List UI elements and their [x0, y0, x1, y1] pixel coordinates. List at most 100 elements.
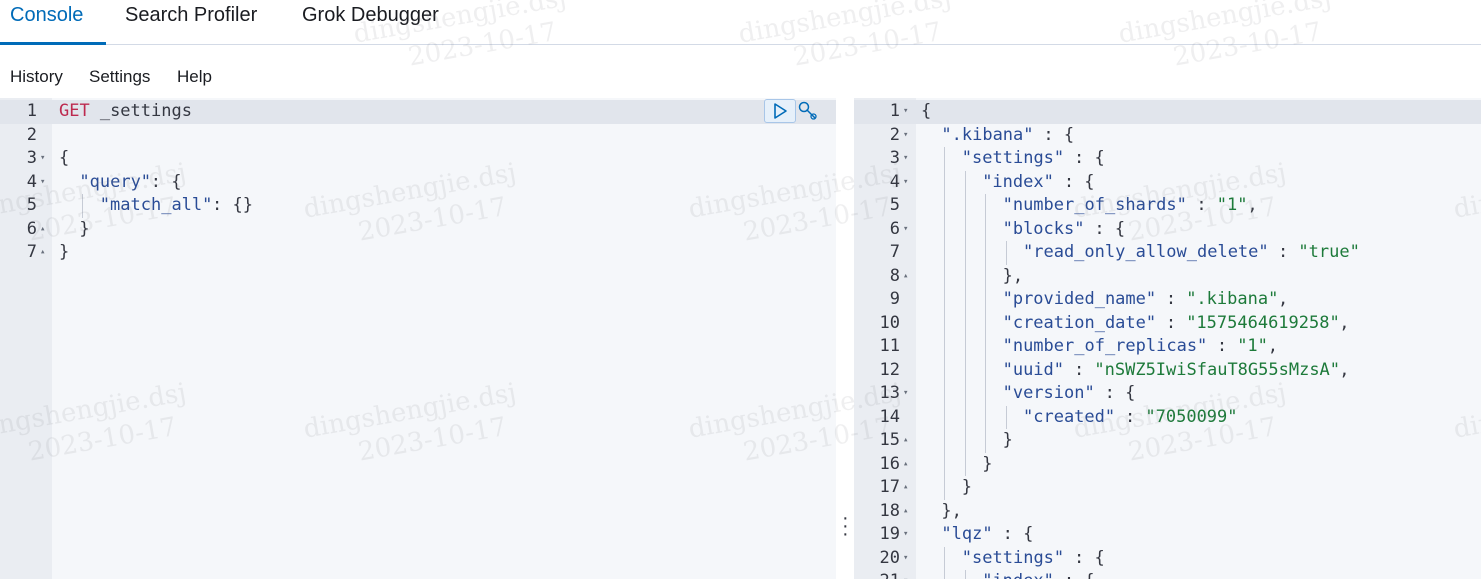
fold-down-icon[interactable]: ▾ — [40, 171, 45, 195]
line-number: 3 — [26, 148, 37, 168]
code-token: : { — [1054, 570, 1095, 579]
code-line: 15 ▴} — [854, 429, 1481, 453]
pane-resizer[interactable]: · · · — [836, 98, 854, 579]
indent-guide — [964, 382, 966, 406]
line-number: 6 — [26, 218, 37, 239]
indent-guide — [964, 241, 966, 265]
indent-guide — [964, 170, 966, 194]
tab-grok-debugger[interactable]: Grok Debugger — [302, 3, 439, 44]
line-number: 14 — [879, 406, 900, 427]
code-token: : { — [1053, 171, 1095, 192]
code-token: GET — [59, 101, 90, 121]
code-token: "match_all" — [99, 195, 213, 215]
code-token: ".kibana" — [941, 124, 1034, 145]
indent-guide — [944, 358, 946, 382]
code-line: 13 ▾ "version" : { — [854, 382, 1481, 406]
indent-guide — [964, 358, 966, 382]
line-number: 1 — [889, 101, 900, 121]
fold-up-icon[interactable]: ▴ — [40, 241, 45, 265]
indent-guide — [82, 194, 84, 218]
code-token: : — [1267, 242, 1299, 262]
indent-guide — [944, 429, 946, 453]
code-token: "settings" — [961, 148, 1065, 168]
code-line: 7 "read_only_allow_delete" : "true" — [854, 241, 1481, 265]
response-viewer[interactable]: 1 ▾{2 ▾ ".kibana" : {3 ▾ "settings" : {4 ▾ "ind… — [854, 98, 1481, 579]
indent-guide — [944, 546, 946, 570]
line-number: 16 — [879, 453, 900, 474]
indent-guide — [1005, 405, 1007, 429]
indent-guide — [1005, 241, 1007, 265]
request-editor[interactable]: 1 GET _settings 2 3 ▾ {4 ▾ "query": {5 "match_al… — [0, 98, 836, 579]
fold-down-icon[interactable]: ▾ — [903, 124, 908, 148]
code-line: 2 — [0, 124, 836, 148]
code-line: 16 ▴} — [854, 452, 1481, 477]
fold-down-icon[interactable]: ▾ — [903, 218, 908, 242]
indent-guide — [964, 429, 966, 453]
indent-guide — [944, 311, 946, 335]
code-token: : — [1114, 406, 1146, 427]
code-line: 14 "created" : "7050099" — [854, 405, 1481, 429]
app-tabs: Console Search Profiler Grok Debugger — [0, 0, 1481, 45]
request-options-button[interactable] — [796, 99, 820, 123]
fold-down-icon[interactable]: ▾ — [903, 547, 908, 571]
menu-help[interactable]: Help — [177, 67, 212, 87]
code-token: "creation_date" — [1002, 312, 1157, 333]
tab-console[interactable]: Console — [10, 3, 83, 44]
code-line: 7 ▴} — [0, 241, 836, 265]
indent-guide — [964, 405, 966, 429]
send-request-button[interactable] — [764, 99, 796, 123]
fold-down-icon[interactable]: ▾ — [903, 100, 908, 124]
menu-settings[interactable]: Settings — [89, 67, 150, 87]
line-number: 6 — [889, 218, 900, 239]
code-line: 1 ▾ { — [854, 100, 1481, 124]
fold-up-icon[interactable]: ▴ — [903, 429, 908, 453]
code-line: 21▾ "index" : { — [854, 570, 1481, 579]
fold-down-icon[interactable]: ▾ — [40, 147, 45, 171]
line-number: 1 — [26, 101, 37, 121]
tab-search-profiler[interactable]: Search Profiler — [125, 3, 257, 44]
line-number: 5 — [26, 195, 37, 215]
line-number: 4 — [889, 171, 900, 192]
code-token: "read_only_allow_delete" — [1023, 242, 1269, 262]
code-line: 1 GET _settings — [0, 100, 836, 124]
code-token: "true" — [1298, 242, 1360, 262]
menu-history[interactable]: History — [10, 67, 63, 87]
indent-guide — [944, 476, 946, 500]
line-number: 17 — [879, 477, 900, 497]
code-token: }, — [941, 500, 962, 521]
code-token: : { — [992, 524, 1034, 544]
vertical-dots-icon: · · · — [842, 507, 849, 545]
fold-down-icon[interactable]: ▾ — [903, 570, 908, 579]
fold-up-icon[interactable]: ▴ — [903, 476, 908, 500]
fold-down-icon[interactable]: ▾ — [903, 523, 908, 547]
code-line: 3 ▾ { — [0, 147, 836, 171]
code-token: "number_of_shards" — [1002, 195, 1187, 215]
line-number: 3 — [889, 148, 900, 168]
code-token: , — [1278, 289, 1289, 309]
fold-up-icon[interactable]: ▴ — [903, 500, 908, 524]
line-number: 15 — [879, 430, 900, 450]
console-menu: History Settings Help — [0, 60, 1481, 94]
code-token: : — [1206, 336, 1238, 356]
code-token: , — [1339, 359, 1350, 380]
code-token: } — [59, 242, 70, 262]
indent-guide — [944, 147, 946, 171]
code-token: : — [1186, 195, 1217, 215]
fold-down-icon[interactable]: ▾ — [903, 171, 908, 195]
indent-guide — [944, 241, 946, 265]
code-token: "index" — [982, 570, 1054, 579]
indent-guide — [964, 570, 966, 579]
code-token: _settings — [89, 101, 192, 121]
indent-guide — [944, 570, 946, 579]
fold-up-icon[interactable]: ▴ — [40, 218, 45, 242]
code-line: 8 ▴}, — [854, 264, 1481, 289]
fold-up-icon[interactable]: ▴ — [903, 265, 908, 289]
code-line: 17 ▴} — [854, 476, 1481, 500]
fold-down-icon[interactable]: ▾ — [903, 147, 908, 171]
line-number: 12 — [879, 359, 900, 380]
fold-up-icon[interactable]: ▴ — [903, 453, 908, 477]
fold-down-icon[interactable]: ▾ — [903, 382, 908, 406]
code-token: : — [1063, 359, 1095, 380]
code-token: } — [1002, 430, 1013, 450]
code-line: 6 ▾ "blocks" : { — [854, 217, 1481, 242]
